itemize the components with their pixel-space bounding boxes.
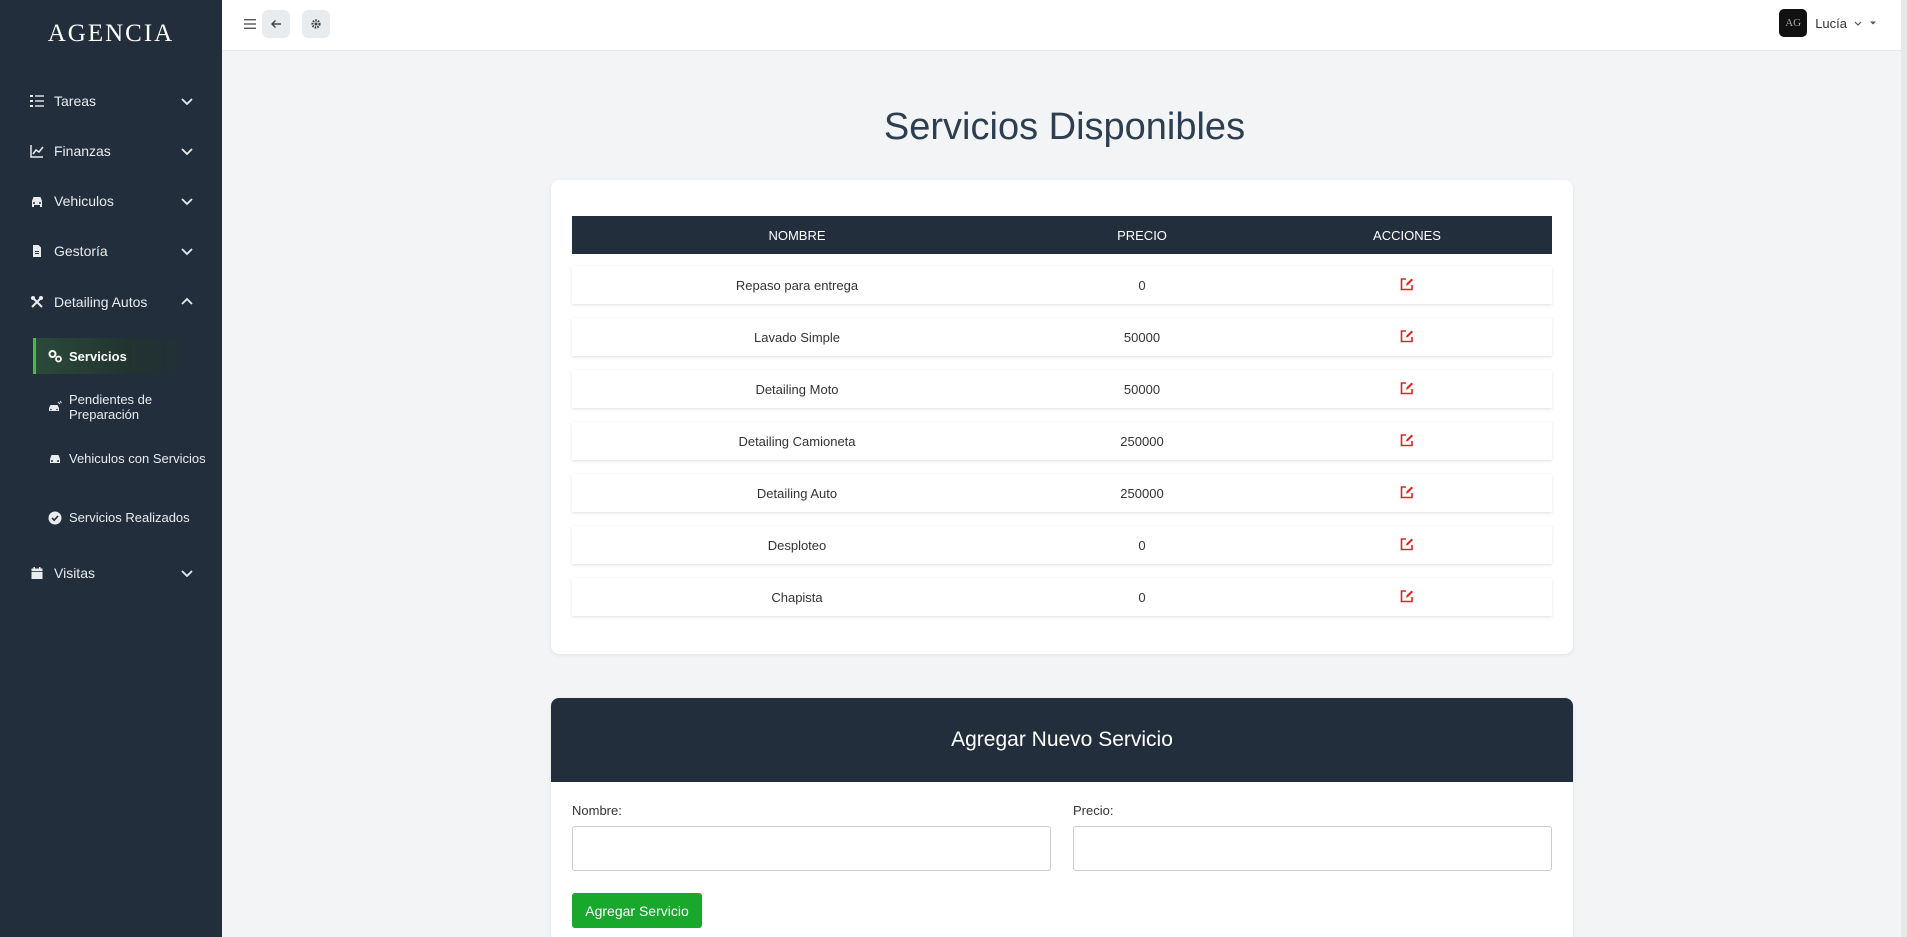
form-title: Agregar Nuevo Servicio — [551, 698, 1573, 782]
edit-icon[interactable] — [1400, 277, 1414, 291]
topbar: AG Lucía — [222, 0, 1907, 51]
sidebar-item-label: Detailing Autos — [54, 294, 148, 310]
table-row: Detailing Auto 250000 — [572, 474, 1552, 512]
chevron-down-icon — [181, 570, 193, 578]
sidebar-subitem-servicios[interactable]: Servicios — [33, 338, 193, 374]
sidebar-item-label: Tareas — [54, 93, 97, 109]
chart-line-icon — [30, 144, 44, 158]
gear-icon — [311, 19, 321, 29]
chevron-down-icon — [1854, 21, 1862, 26]
cell-acciones — [1262, 485, 1552, 502]
sidebar: AGENCIA Tareas Finanzas Vehiculos Gestor… — [0, 0, 222, 937]
user-name: Lucía — [1815, 15, 1847, 31]
cell-nombre: Lavado Simple — [754, 329, 840, 345]
sidebar-subitem-label: Servicios Realizados — [69, 510, 190, 525]
sidebar-item-gestoria[interactable]: Gestoría — [0, 231, 222, 271]
edit-icon[interactable] — [1400, 329, 1414, 343]
edit-icon[interactable] — [1400, 381, 1414, 395]
sidebar-subitem-label: Vehiculos con Servicios — [69, 451, 206, 466]
sidebar-item-finanzas[interactable]: Finanzas — [0, 131, 222, 171]
add-service-button[interactable]: Agregar Servicio — [572, 893, 702, 928]
user-menu[interactable]: AG Lucía — [1779, 9, 1877, 37]
cell-nombre: Detailing Auto — [756, 485, 838, 501]
settings-button[interactable] — [302, 10, 330, 38]
column-header-nombre: NOMBRE — [768, 227, 826, 243]
hamburger-menu-button[interactable] — [242, 10, 258, 38]
services-table-card: NOMBRE PRECIO ACCIONES Repaso para entre… — [551, 180, 1573, 654]
table-row: Desploteo 0 — [572, 526, 1552, 564]
cell-acciones — [1262, 537, 1552, 554]
precio-label: Precio: — [1073, 803, 1114, 818]
edit-icon[interactable] — [1400, 433, 1414, 447]
caret-down-icon — [1870, 21, 1876, 25]
sidebar-subitem-vehiculos-servicios[interactable]: Vehiculos con Servicios — [48, 451, 208, 466]
cell-precio: 50000 — [1123, 329, 1161, 345]
cell-nombre: Detailing Camioneta — [738, 433, 856, 449]
add-service-form: Agregar Nuevo Servicio Nombre: Precio: A… — [551, 698, 1573, 937]
cell-precio: 250000 — [1120, 433, 1164, 449]
tasks-icon — [30, 94, 44, 108]
cell-nombre: Detailing Moto — [755, 381, 839, 397]
table-row: Chapista 0 — [572, 578, 1552, 616]
table-row: Detailing Camioneta 250000 — [572, 422, 1552, 460]
cell-nombre: Chapista — [771, 589, 823, 605]
cell-precio: 50000 — [1123, 381, 1161, 397]
table-header: NOMBRE PRECIO ACCIONES — [572, 216, 1552, 254]
chevron-down-icon — [181, 198, 193, 206]
table-row: Repaso para entrega 0 — [572, 266, 1552, 304]
cell-precio: 0 — [1138, 589, 1146, 605]
column-header-acciones: ACCIONES — [1373, 227, 1441, 243]
sidebar-item-visitas[interactable]: Visitas — [0, 553, 222, 593]
file-icon — [30, 244, 44, 258]
nombre-label: Nombre: — [572, 803, 622, 818]
page-title: Servicios Disponibles — [883, 106, 1246, 148]
column-header-precio: PRECIO — [1117, 227, 1167, 243]
car-wash-icon — [48, 400, 62, 414]
scrollbar[interactable] — [1901, 0, 1907, 937]
cell-nombre: Repaso para entrega — [735, 277, 859, 293]
chevron-down-icon — [181, 98, 193, 106]
chevron-down-icon — [181, 248, 193, 256]
avatar: AG — [1779, 9, 1808, 37]
cell-acciones — [1262, 277, 1552, 294]
cell-nombre: Desploteo — [767, 537, 827, 553]
cell-precio: 250000 — [1120, 485, 1164, 501]
cell-acciones — [1262, 433, 1552, 450]
sidebar-item-label: Finanzas — [54, 143, 111, 159]
cell-precio: 0 — [1138, 277, 1146, 293]
cell-acciones — [1262, 589, 1552, 606]
car-icon — [30, 194, 44, 208]
sidebar-item-label: Gestoría — [54, 243, 108, 259]
edit-icon[interactable] — [1400, 589, 1414, 603]
arrow-left-icon — [271, 20, 281, 28]
sidebar-subitem-label: Pendientes de Preparación — [69, 392, 153, 422]
sidebar-subitem-pendientes[interactable]: Pendientes de Preparación — [48, 392, 208, 422]
nombre-input[interactable] — [572, 826, 1051, 871]
edit-icon[interactable] — [1400, 537, 1414, 551]
edit-icon[interactable] — [1400, 485, 1414, 499]
car-icon — [48, 452, 62, 466]
check-circle-icon — [48, 511, 62, 525]
sidebar-item-tareas[interactable]: Tareas — [0, 81, 222, 121]
brand-logo: AGENCIA — [47, 20, 175, 47]
menu-icon — [244, 19, 256, 29]
sidebar-item-vehiculos[interactable]: Vehiculos — [0, 181, 222, 221]
sidebar-item-detailing-autos[interactable]: Detailing Autos — [0, 282, 222, 322]
tools-icon — [30, 295, 44, 309]
precio-input[interactable] — [1073, 826, 1552, 871]
sidebar-subitem-label: Servicios — [69, 348, 127, 364]
sidebar-item-label: Visitas — [54, 565, 95, 581]
chevron-down-icon — [181, 148, 193, 156]
cell-precio: 0 — [1138, 537, 1146, 553]
calendar-icon — [30, 566, 44, 580]
table-row: Lavado Simple 50000 — [572, 318, 1552, 356]
sidebar-subitem-servicios-realizados[interactable]: Servicios Realizados — [48, 510, 208, 525]
chevron-up-icon — [181, 297, 193, 305]
cell-acciones — [1262, 381, 1552, 398]
cell-acciones — [1262, 329, 1552, 346]
sidebar-item-label: Vehiculos — [54, 193, 114, 209]
back-button[interactable] — [262, 10, 290, 38]
gears-icon — [48, 349, 62, 363]
table-row: Detailing Moto 50000 — [572, 370, 1552, 408]
